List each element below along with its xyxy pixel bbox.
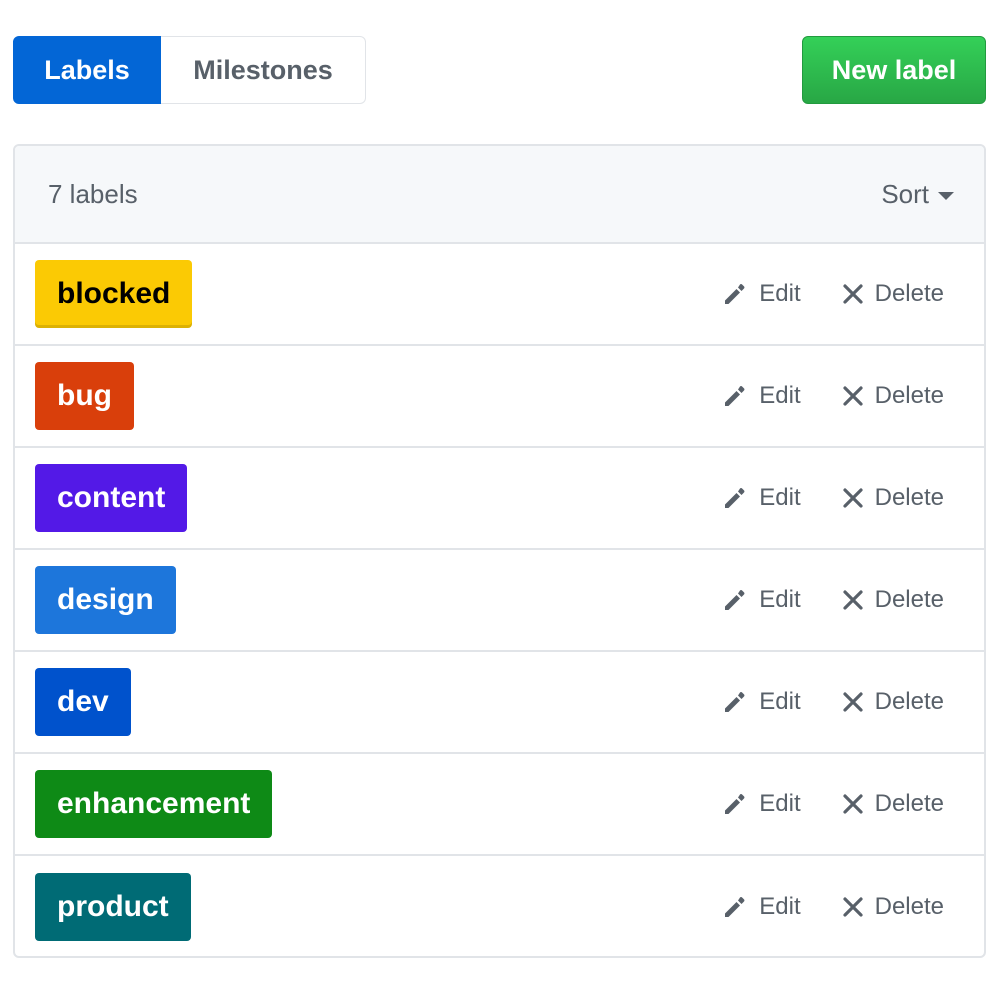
delete-label: Delete	[874, 790, 944, 817]
label-badge-product[interactable]: product	[35, 873, 191, 941]
edit-label: Edit	[759, 382, 801, 409]
edit-button[interactable]: Edit	[721, 688, 801, 716]
edit-button[interactable]: Edit	[721, 382, 801, 410]
edit-label: Edit	[759, 688, 801, 715]
edit-label: Edit	[759, 484, 801, 511]
delete-label: Delete	[874, 280, 944, 307]
labels-page: Labels Milestones New label 7 labels Sor…	[0, 0, 1000, 1000]
close-icon	[843, 897, 863, 917]
label-row: content Edit Delete	[15, 448, 984, 550]
pencil-icon	[725, 386, 745, 406]
label-badge-dev[interactable]: dev	[35, 668, 131, 736]
edit-button[interactable]: Edit	[721, 280, 801, 308]
labels-list-box: 7 labels Sort blocked Edit Delete bug Ed…	[13, 144, 986, 958]
delete-button[interactable]: Delete	[841, 484, 944, 512]
edit-label: Edit	[759, 790, 801, 817]
delete-button[interactable]: Delete	[841, 382, 944, 410]
close-icon	[843, 692, 863, 712]
edit-button[interactable]: Edit	[721, 893, 801, 921]
edit-button[interactable]: Edit	[721, 586, 801, 614]
label-actions: Edit Delete	[721, 586, 944, 614]
edit-button[interactable]: Edit	[721, 484, 801, 512]
label-row: dev Edit Delete	[15, 652, 984, 754]
pencil-icon	[725, 590, 745, 610]
close-icon	[843, 794, 863, 814]
label-row: enhancement Edit Delete	[15, 754, 984, 856]
close-icon	[843, 488, 863, 508]
subnav-tabs: Labels Milestones	[13, 36, 366, 104]
close-icon	[843, 284, 863, 304]
tab-milestones[interactable]: Milestones	[161, 36, 366, 104]
label-actions: Edit Delete	[721, 382, 944, 410]
label-row: product Edit Delete	[15, 856, 984, 956]
label-actions: Edit Delete	[721, 484, 944, 512]
delete-button[interactable]: Delete	[841, 586, 944, 614]
label-row: bug Edit Delete	[15, 346, 984, 448]
labels-count: 7 labels	[48, 178, 138, 209]
label-actions: Edit Delete	[721, 688, 944, 716]
edit-label: Edit	[759, 280, 801, 307]
delete-label: Delete	[874, 484, 944, 511]
delete-button[interactable]: Delete	[841, 688, 944, 716]
edit-label: Edit	[759, 586, 801, 613]
delete-label: Delete	[874, 893, 944, 920]
caret-down-icon	[938, 191, 954, 200]
labels-list-header: 7 labels Sort	[15, 146, 984, 244]
label-row: blocked Edit Delete	[15, 244, 984, 346]
delete-button[interactable]: Delete	[841, 280, 944, 308]
label-actions: Edit Delete	[721, 790, 944, 818]
pencil-icon	[725, 488, 745, 508]
pencil-icon	[725, 897, 745, 917]
labels-list: blocked Edit Delete bug Edit Delete cont…	[15, 244, 984, 956]
label-row: design Edit Delete	[15, 550, 984, 652]
pencil-icon	[725, 284, 745, 304]
pencil-icon	[725, 692, 745, 712]
delete-button[interactable]: Delete	[841, 893, 944, 921]
delete-button[interactable]: Delete	[841, 790, 944, 818]
label-badge-design[interactable]: design	[35, 566, 176, 634]
edit-label: Edit	[759, 893, 801, 920]
close-icon	[843, 386, 863, 406]
label-actions: Edit Delete	[721, 893, 944, 921]
pencil-icon	[725, 794, 745, 814]
delete-label: Delete	[874, 382, 944, 409]
new-label-button[interactable]: New label	[802, 36, 986, 104]
tab-labels[interactable]: Labels	[13, 36, 161, 104]
edit-button[interactable]: Edit	[721, 790, 801, 818]
label-badge-bug[interactable]: bug	[35, 362, 134, 430]
label-actions: Edit Delete	[721, 280, 944, 308]
label-badge-blocked[interactable]: blocked	[35, 260, 193, 328]
sort-label: Sort	[881, 178, 929, 209]
delete-label: Delete	[874, 688, 944, 715]
close-icon	[843, 590, 863, 610]
delete-label: Delete	[874, 586, 944, 613]
label-badge-content[interactable]: content	[35, 464, 188, 532]
sort-dropdown[interactable]: Sort	[881, 179, 954, 210]
label-badge-enhancement[interactable]: enhancement	[35, 770, 273, 838]
